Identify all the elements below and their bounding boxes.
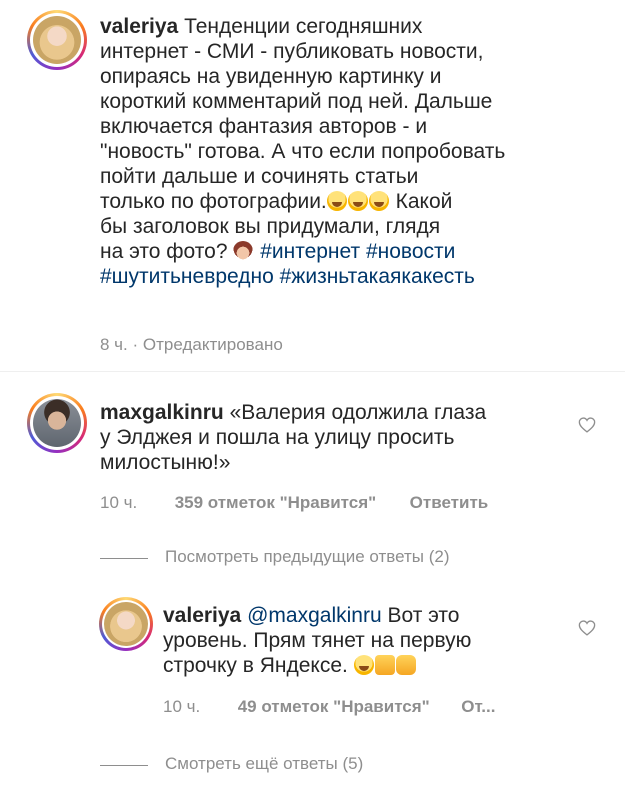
ok-hand-emoji-icon <box>395 655 416 675</box>
caption-line: Какой <box>395 190 453 213</box>
caption-line: пойти дальше и сочинять статьи <box>100 165 419 188</box>
caption-line: короткий комментарий под ней. Дальше <box>100 90 493 113</box>
reply-line: строчку в Яндексе. <box>163 654 348 677</box>
replies-divider <box>100 558 148 559</box>
comment-meta: 10 ч. 359 отметок "Нравится" Ответить <box>100 493 488 513</box>
hashtag-link[interactable]: #шутитьневредно #жизньтакаякакесть <box>100 264 610 289</box>
reply-line: Вот это <box>387 604 460 627</box>
rofl-emoji-icon <box>347 191 368 211</box>
view-more-replies-link[interactable]: Смотреть ещё ответы (5) <box>165 754 363 774</box>
avatar-photo <box>33 16 81 64</box>
caption-meta: 8 ч. · Отредактировано <box>100 335 283 355</box>
reply-username[interactable]: valeriya <box>163 604 241 627</box>
avatar-photo <box>104 602 148 646</box>
facepalm-woman-emoji-icon <box>233 241 254 261</box>
comment-line: у Элджея и пошла на улицу просить <box>100 426 455 449</box>
rofl-emoji-icon <box>368 191 389 211</box>
reply-avatar[interactable] <box>99 597 153 651</box>
caption-line: "новость" готова. А что если попробовать <box>100 140 506 163</box>
reply-meta: 10 ч. 49 отметок "Нравится" От... <box>163 697 495 717</box>
caption-text: valeriya Тенденции сегодняшних интернет … <box>100 14 610 289</box>
meta-separator: · <box>132 335 139 354</box>
rofl-emoji-icon <box>326 191 347 211</box>
reply-button[interactable]: От... <box>461 697 495 716</box>
comment-text: maxgalkinru «Валерия одолжила глаза у Эл… <box>100 400 560 475</box>
caption-line: на это фото? <box>100 240 228 263</box>
reply-time: 10 ч. <box>163 697 201 716</box>
reply-line: уровень. Прям тянет на первую <box>163 629 472 652</box>
comment-username[interactable]: maxgalkinru <box>100 401 224 424</box>
caption-line: только по фотографии. <box>100 190 327 213</box>
avatar-photo <box>33 399 81 447</box>
heart-icon[interactable] <box>578 417 596 433</box>
reply-button[interactable]: Ответить <box>410 493 489 512</box>
reply-text: valeriya @maxgalkinru Вот это уровень. П… <box>163 603 563 678</box>
comment-time: 10 ч. <box>100 493 138 512</box>
rofl-emoji-icon <box>353 655 374 675</box>
section-divider <box>0 371 625 372</box>
caption-line: интернет - СМИ - публиковать новости, <box>100 40 484 63</box>
thumbs-up-emoji-icon <box>374 655 395 675</box>
edited-label: Отредактировано <box>142 335 283 354</box>
caption-line: Тенденции сегодняшних <box>184 15 423 38</box>
caption-line: включается фантазия авторов - и <box>100 115 428 138</box>
caption-line: опираясь на увиденную картинку и <box>100 65 442 88</box>
heart-icon[interactable] <box>578 620 596 636</box>
caption-time: 8 ч. <box>100 335 128 354</box>
likes-count-link[interactable]: 49 отметок "Нравится" <box>238 697 430 716</box>
comment-line: милостыню!» <box>100 451 231 474</box>
view-previous-replies-link[interactable]: Посмотреть предыдущие ответы (2) <box>165 547 450 567</box>
likes-count-link[interactable]: 359 отметок "Нравится" <box>175 493 377 512</box>
caption-line: бы заголовок вы придумали, глядя <box>100 215 441 238</box>
caption-username[interactable]: valeriya <box>100 15 178 38</box>
comment-avatar[interactable] <box>27 393 87 453</box>
comment-line: «Валерия одолжила глаза <box>229 401 487 424</box>
mention-link[interactable]: @maxgalkinru <box>247 604 382 627</box>
replies-divider <box>100 765 148 766</box>
caption-avatar[interactable] <box>27 10 87 70</box>
hashtag-link[interactable]: #интернет #новости <box>260 240 455 263</box>
